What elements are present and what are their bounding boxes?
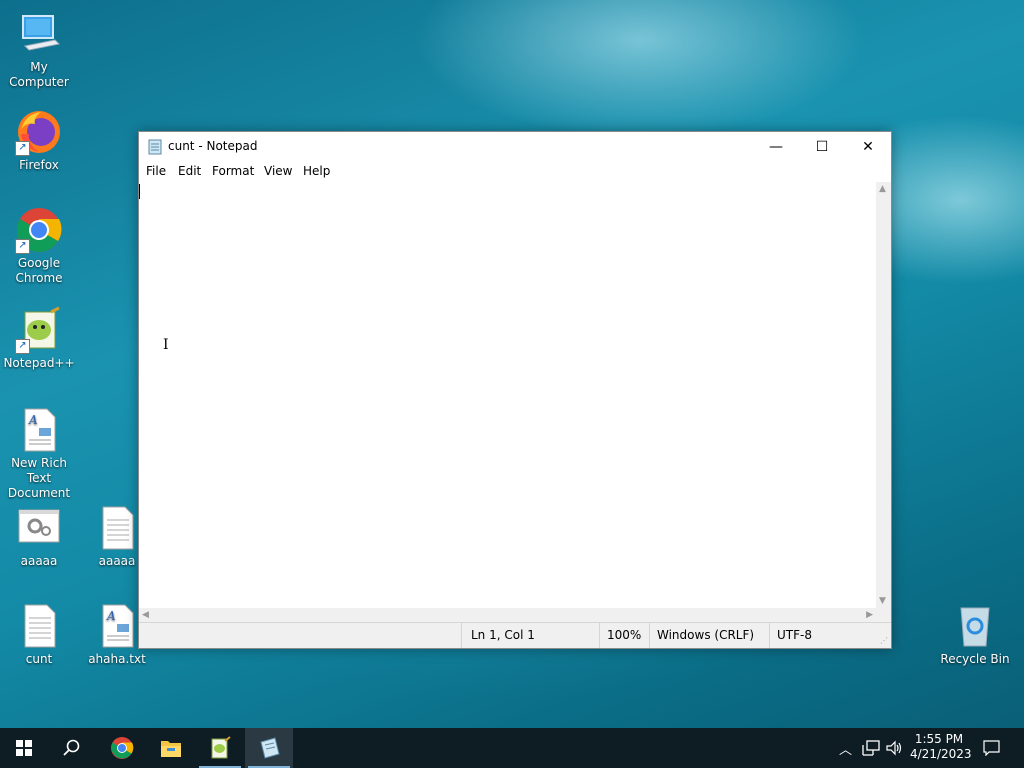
scroll-left-icon[interactable]: ◀	[142, 610, 149, 620]
windows-logo-icon	[16, 740, 32, 756]
clock-time: 1:55 PM	[914, 732, 964, 746]
text-editor[interactable]: I	[139, 182, 876, 608]
desktop-icon-label: My Computer	[9, 60, 69, 89]
taskbar-notepad[interactable]	[245, 728, 293, 768]
vertical-scrollbar[interactable]: ▲ ▼	[876, 182, 891, 608]
status-position: Ln 1, Col 1	[471, 628, 535, 642]
settings-file-icon	[15, 504, 63, 552]
maximize-icon: ☐	[815, 139, 829, 155]
scroll-down-icon[interactable]: ▼	[879, 596, 886, 606]
resize-grip-icon[interactable]: ⋰	[880, 636, 888, 645]
minimize-button[interactable]: —	[753, 132, 799, 162]
close-button[interactable]: ✕	[845, 132, 891, 162]
rich-text-document-icon: A	[93, 602, 141, 650]
chrome-icon: ↗	[15, 206, 63, 254]
text-document-icon	[93, 504, 141, 552]
desktop-icon-label: Notepad++	[3, 356, 75, 370]
status-separator	[649, 623, 650, 648]
notepad-window[interactable]: cunt - Notepad — ☐ ✕ File Edit Format Vi…	[138, 131, 892, 649]
status-zoom: 100%	[607, 628, 642, 642]
desktop-icon-notepadpp[interactable]: ↗ Notepad++	[0, 306, 78, 371]
svg-text:A: A	[28, 413, 38, 427]
recycle-bin-icon	[951, 602, 999, 650]
clock[interactable]: 1:55 PM 4/21/2023	[910, 732, 972, 762]
notepad-icon	[148, 139, 162, 155]
menu-file[interactable]: File	[146, 164, 166, 178]
notepad-icon	[260, 737, 280, 759]
ibeam-cursor-icon: I	[163, 337, 169, 353]
network-icon[interactable]	[862, 740, 880, 756]
volume-icon[interactable]	[886, 740, 902, 756]
status-separator	[599, 623, 600, 648]
desktop-icon-my-computer[interactable]: My Computer	[0, 10, 78, 90]
horizontal-scrollbar[interactable]: ◀ ▶	[139, 608, 876, 623]
monitor-icon	[15, 10, 63, 58]
taskbar-file-explorer[interactable]	[147, 728, 195, 768]
close-icon: ✕	[862, 139, 874, 155]
scroll-right-icon[interactable]: ▶	[866, 610, 873, 620]
taskbar: ︿ 1:55 PM 4/21/2023	[0, 728, 1024, 768]
chrome-icon	[111, 737, 134, 759]
shortcut-arrow-icon: ↗	[15, 339, 30, 354]
minimize-icon: —	[769, 139, 783, 155]
desktop-icon-aaaaa-settings[interactable]: aaaaa	[0, 504, 78, 569]
firefox-icon: ↗	[15, 108, 63, 156]
scroll-up-icon[interactable]: ▲	[879, 184, 886, 194]
desktop-icon-chrome[interactable]: ↗ Google Chrome	[0, 206, 78, 286]
clock-date: 4/21/2023	[910, 747, 972, 761]
desktop-icon-rich-text[interactable]: A New Rich Text Document	[0, 406, 78, 501]
maximize-button[interactable]: ☐	[799, 132, 845, 162]
desktop-icon-firefox[interactable]: ↗ Firefox	[0, 108, 78, 173]
status-separator	[461, 623, 462, 648]
desktop-icon-label: Recycle Bin	[940, 652, 1010, 666]
status-bar: Ln 1, Col 1 100% Windows (CRLF) UTF-8 ⋰	[139, 622, 891, 648]
notification-icon[interactable]	[983, 740, 1000, 756]
rich-text-document-icon: A	[15, 406, 63, 454]
scrollbar-corner	[876, 608, 891, 623]
svg-text:A: A	[106, 609, 116, 623]
shortcut-arrow-icon: ↗	[15, 239, 30, 254]
status-line-ending: Windows (CRLF)	[657, 628, 755, 642]
status-separator	[769, 623, 770, 648]
notepadpp-icon	[211, 736, 231, 759]
window-title: cunt - Notepad	[168, 139, 258, 153]
status-encoding: UTF-8	[777, 628, 812, 642]
desktop-icon-label: ahaha.txt	[88, 652, 146, 666]
folder-icon	[161, 741, 181, 757]
menu-edit[interactable]: Edit	[178, 164, 201, 178]
shortcut-arrow-icon: ↗	[15, 141, 30, 156]
desktop-icon-cunt[interactable]: cunt	[0, 602, 78, 667]
menu-bar: File Edit Format View Help	[139, 162, 891, 181]
desktop-icon-label: Google Chrome	[15, 256, 63, 285]
desktop-icon-label: Firefox	[19, 158, 59, 172]
taskbar-chrome[interactable]	[98, 728, 146, 768]
search-button[interactable]	[48, 728, 96, 768]
desktop-icon-label: cunt	[25, 652, 53, 666]
text-document-icon	[15, 602, 63, 650]
text-caret	[139, 184, 140, 199]
menu-view[interactable]: View	[264, 164, 292, 178]
desktop-icon-label: aaaaa	[20, 554, 58, 568]
tray-chevron-up-icon[interactable]: ︿	[839, 739, 852, 758]
title-bar[interactable]: cunt - Notepad — ☐ ✕	[139, 132, 891, 162]
search-icon	[63, 739, 80, 756]
menu-format[interactable]: Format	[212, 164, 254, 178]
desktop-icon-label: New Rich Text Document	[7, 456, 71, 500]
desktop-icon-recycle-bin[interactable]: Recycle Bin	[936, 602, 1014, 667]
start-button[interactable]	[0, 728, 48, 768]
taskbar-notepadpp[interactable]	[196, 728, 244, 768]
menu-help[interactable]: Help	[303, 164, 330, 178]
notepadpp-icon: ↗	[15, 306, 63, 354]
